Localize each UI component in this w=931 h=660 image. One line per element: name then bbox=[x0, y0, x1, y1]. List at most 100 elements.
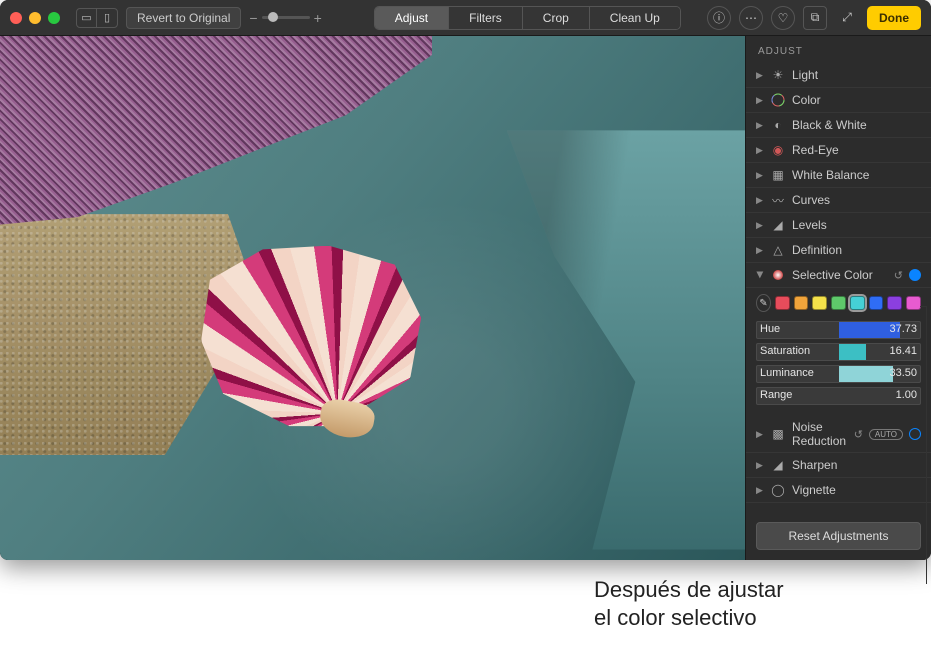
tab-cleanup[interactable]: Clean Up bbox=[590, 7, 680, 29]
callout-line bbox=[926, 306, 927, 584]
section-light[interactable]: ▶ ☀ Light bbox=[746, 63, 931, 88]
fullscreen-button[interactable]: ⤢ bbox=[835, 6, 859, 30]
zoom-window-button[interactable] bbox=[48, 12, 60, 24]
slider-label: Hue bbox=[760, 323, 780, 335]
swatch-yellow[interactable] bbox=[812, 296, 827, 310]
zoom-slider[interactable]: − + bbox=[249, 10, 321, 26]
section-label: Levels bbox=[792, 218, 921, 232]
chevron-right-icon: ▶ bbox=[756, 170, 764, 181]
aspect-button[interactable]: ⧉ bbox=[803, 6, 827, 30]
slider-value: 37.73 bbox=[889, 323, 917, 335]
section-definition[interactable]: ▶ △ Definition bbox=[746, 238, 931, 263]
section-label: Color bbox=[792, 93, 921, 107]
section-selective-color[interactable]: ▶ Selective Color ↺ bbox=[746, 263, 931, 288]
section-wb[interactable]: ▶ ▦ White Balance bbox=[746, 163, 931, 188]
levels-icon: ◢ bbox=[770, 217, 786, 233]
section-label: Definition bbox=[792, 243, 921, 257]
chevron-right-icon: ▶ bbox=[756, 195, 764, 206]
callout-line bbox=[920, 306, 926, 307]
section-bw[interactable]: ▶ ◐ Black & White bbox=[746, 113, 931, 138]
section-label: Black & White bbox=[792, 118, 921, 132]
photos-edit-window: ▭ ▯ Revert to Original − + Adjust Filter… bbox=[0, 0, 931, 560]
slider-range[interactable]: Range1.00 bbox=[746, 386, 931, 406]
tab-adjust[interactable]: Adjust bbox=[375, 7, 449, 29]
sidebar-toggle-left[interactable]: ▭ bbox=[77, 9, 97, 27]
close-window-button[interactable] bbox=[10, 12, 22, 24]
swatch-purple[interactable] bbox=[887, 296, 902, 310]
revert-button[interactable]: Revert to Original bbox=[126, 7, 241, 29]
edit-mode-tabs: Adjust Filters Crop Clean Up bbox=[374, 6, 681, 30]
slider-value: 1.00 bbox=[896, 389, 917, 401]
swatch-magenta[interactable] bbox=[906, 296, 921, 310]
panel-header: ADJUST bbox=[746, 44, 931, 63]
bw-icon: ◐ bbox=[770, 117, 786, 133]
chevron-right-icon: ▶ bbox=[756, 95, 764, 106]
sidebar-toggle[interactable]: ▭ ▯ bbox=[76, 8, 118, 28]
eyedropper-button[interactable]: ✎ bbox=[756, 294, 771, 312]
window-controls bbox=[10, 12, 60, 24]
section-label: Vignette bbox=[792, 483, 921, 497]
swatch-green[interactable] bbox=[831, 296, 846, 310]
annotation-caption: Después de ajustar el color selectivo bbox=[594, 576, 784, 631]
titlebar: ▭ ▯ Revert to Original − + Adjust Filter… bbox=[0, 0, 931, 36]
wb-icon: ▦ bbox=[770, 167, 786, 183]
swatch-red[interactable] bbox=[775, 296, 790, 310]
undo-icon[interactable]: ↺ bbox=[894, 269, 903, 282]
slider-label: Luminance bbox=[760, 367, 814, 379]
section-redeye[interactable]: ▶ ◉ Red-Eye bbox=[746, 138, 931, 163]
auto-badge[interactable]: AUTO bbox=[869, 429, 903, 440]
slider-label: Saturation bbox=[760, 345, 810, 357]
photo-canvas[interactable] bbox=[0, 36, 745, 560]
section-label: Curves bbox=[792, 193, 921, 207]
undo-icon[interactable]: ↺ bbox=[854, 428, 863, 441]
zoom-thumb[interactable] bbox=[268, 12, 278, 22]
sharpen-icon: ◢ bbox=[770, 457, 786, 473]
editor-body: ADJUST ▶ ☀ Light ▶ Color ▶ ◐ Black & Whi… bbox=[0, 36, 931, 560]
slider-value: 33.50 bbox=[889, 367, 917, 379]
section-noise[interactable]: ▶ ▩ Noise Reduction ↺ AUTO bbox=[746, 416, 931, 453]
light-icon: ☀ bbox=[770, 67, 786, 83]
tab-filters[interactable]: Filters bbox=[449, 7, 523, 29]
chevron-right-icon: ▶ bbox=[756, 145, 764, 156]
zoom-track[interactable] bbox=[262, 16, 310, 19]
section-label: Sharpen bbox=[792, 458, 921, 472]
minimize-window-button[interactable] bbox=[29, 12, 41, 24]
noise-icon: ▩ bbox=[770, 426, 786, 442]
definition-icon: △ bbox=[770, 242, 786, 258]
section-enabled-toggle[interactable] bbox=[909, 269, 921, 281]
chevron-right-icon: ▶ bbox=[756, 429, 764, 440]
swatch-orange[interactable] bbox=[794, 296, 809, 310]
chevron-right-icon: ▶ bbox=[756, 460, 764, 471]
section-label: Light bbox=[792, 68, 921, 82]
slider-saturation[interactable]: Saturation16.41 bbox=[746, 342, 931, 362]
swatch-blue[interactable] bbox=[869, 296, 884, 310]
slider-luminance[interactable]: Luminance 33.50 bbox=[746, 364, 931, 384]
zoom-out-icon: − bbox=[249, 10, 257, 26]
reset-adjustments-button[interactable]: Reset Adjustments bbox=[756, 522, 921, 550]
section-curves[interactable]: ▶ 〰 Curves bbox=[746, 188, 931, 213]
zoom-in-icon: + bbox=[314, 10, 322, 26]
section-levels[interactable]: ▶ ◢ Levels bbox=[746, 213, 931, 238]
section-label: White Balance bbox=[792, 168, 921, 182]
chevron-right-icon: ▶ bbox=[756, 485, 764, 496]
color-icon bbox=[770, 92, 786, 108]
annotation-line: el color selectivo bbox=[594, 604, 784, 632]
selective-color-icon bbox=[770, 267, 786, 283]
annotation-line: Después de ajustar bbox=[594, 576, 784, 604]
adjust-panel: ADJUST ▶ ☀ Light ▶ Color ▶ ◐ Black & Whi… bbox=[745, 36, 931, 560]
selective-color-sliders: Hue 37.73 Saturation16.41 Luminance 33.50 Ran… bbox=[746, 318, 931, 408]
section-vignette[interactable]: ▶ ◯ Vignette bbox=[746, 478, 931, 503]
more-button[interactable]: ⋯ bbox=[739, 6, 763, 30]
section-color[interactable]: ▶ Color bbox=[746, 88, 931, 113]
swatch-cyan[interactable] bbox=[850, 296, 865, 310]
favorite-button[interactable]: ♡ bbox=[771, 6, 795, 30]
chevron-right-icon: ▶ bbox=[756, 245, 764, 256]
chevron-right-icon: ▶ bbox=[756, 70, 764, 81]
sidebar-toggle-right[interactable]: ▯ bbox=[97, 9, 117, 27]
section-enabled-toggle[interactable] bbox=[909, 428, 921, 440]
slider-hue[interactable]: Hue 37.73 bbox=[746, 320, 931, 340]
tab-crop[interactable]: Crop bbox=[523, 7, 590, 29]
section-sharpen[interactable]: ▶ ◢ Sharpen bbox=[746, 453, 931, 478]
done-button[interactable]: Done bbox=[867, 6, 921, 30]
info-button[interactable]: ⓘ bbox=[707, 6, 731, 30]
